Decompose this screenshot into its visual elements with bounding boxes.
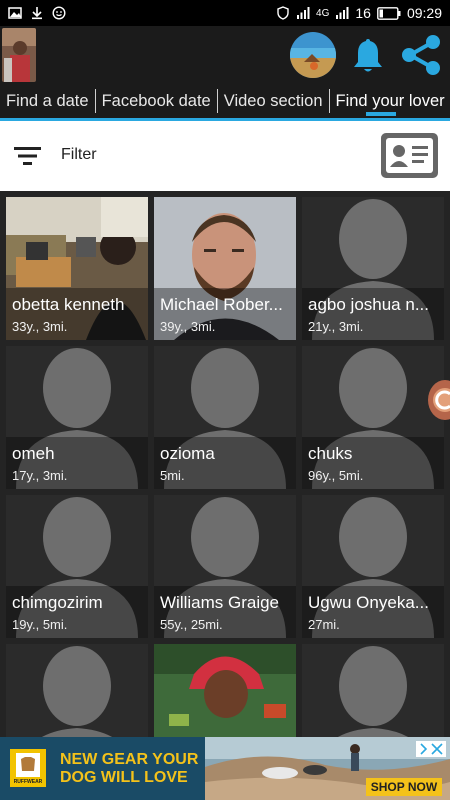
download-icon	[32, 7, 42, 20]
network-type: 4G	[316, 7, 330, 19]
clock: 09:29	[406, 5, 442, 21]
profile-meta: 19y., 5mi.	[12, 617, 68, 632]
tab-find-a-date[interactable]: Find a date	[0, 89, 96, 113]
contact-card-icon	[386, 138, 433, 173]
tab-facebook-date[interactable]: Facebook date	[96, 89, 218, 113]
profile-meta: 55y., 25mi.	[160, 617, 223, 632]
profile-card[interactable]: ozioma 5mi.	[154, 346, 296, 489]
smiley-icon	[52, 6, 66, 20]
profile-card[interactable]: omeh 17y., 3mi.	[6, 346, 148, 489]
signal-icon-2	[336, 7, 349, 19]
app-header	[0, 26, 450, 84]
profile-photo	[154, 644, 296, 737]
active-tab-indicator	[366, 112, 396, 116]
ad-headline-line-2: DOG WILL LOVE	[60, 769, 188, 786]
shop-now-button[interactable]: SHOP NOW	[366, 778, 442, 796]
profile-card[interactable]	[154, 644, 296, 737]
profile-grid: obetta kenneth 33y., 3mi. Michael Rober.…	[0, 191, 450, 737]
profile-meta: 39y., 3mi.	[160, 319, 216, 334]
profile-name: ozioma	[160, 444, 215, 463]
profile-card[interactable]: chimgozirim 19y., 5mi.	[6, 495, 148, 638]
profile-photo	[2, 28, 36, 82]
profile-meta: 96y., 5mi.	[308, 468, 364, 483]
profile-name: chimgozirim	[12, 593, 103, 612]
shield-icon	[277, 6, 289, 20]
profile-card[interactable]	[302, 644, 444, 737]
profile-meta: 27mi.	[308, 617, 340, 632]
profile-name: omeh	[12, 444, 55, 463]
placeholder-avatar-icon	[302, 644, 444, 737]
profile-name: chuks	[308, 444, 353, 463]
status-bar: 4G 16 09:29	[0, 0, 450, 26]
tab-find-your-lover[interactable]: Find your lover	[330, 89, 450, 113]
ad-headline-line-1: NEW GEAR YOUR	[60, 751, 199, 768]
svg-text:RUFFWEAR: RUFFWEAR	[14, 779, 43, 785]
profile-card[interactable]	[6, 644, 148, 737]
dog-logo-icon: RUFFWEAR	[10, 749, 46, 787]
profile-card[interactable]: obetta kenneth 33y., 3mi.	[6, 197, 148, 340]
profile-name: Williams Graige	[160, 593, 280, 612]
ad-banner[interactable]: RUFFWEAR NEW GEAR YOUR DOG WILL LOVE SHO…	[0, 737, 450, 800]
image-icon	[8, 7, 22, 19]
profile-card[interactable]: Michael Rober... 39y., 3mi.	[154, 197, 296, 340]
profile-name: Ugwu Onyeka...	[308, 593, 429, 612]
filter-bar: Filter	[0, 121, 450, 191]
profile-meta: 5mi.	[160, 468, 185, 483]
brand-logo: RUFFWEAR	[10, 749, 46, 787]
filter-button[interactable]: Filter	[61, 146, 97, 164]
profile-card[interactable]: Williams Graige 55y., 25mi.	[154, 495, 296, 638]
profile-name: agbo joshua n...	[308, 295, 429, 314]
profile-card[interactable]: agbo joshua n... 21y., 3mi.	[302, 197, 444, 340]
profile-meta: 17y., 3mi.	[12, 468, 68, 483]
ad-close-icon[interactable]	[416, 741, 446, 757]
share-icon[interactable]	[400, 34, 442, 76]
placeholder-avatar-icon	[6, 644, 148, 737]
chat-head-icon	[433, 388, 450, 412]
floating-chat-head[interactable]	[428, 380, 450, 420]
profile-meta: 21y., 3mi.	[308, 319, 364, 334]
tab-video-section[interactable]: Video section	[218, 89, 330, 113]
signal-icon	[297, 7, 310, 19]
ad-headline: NEW GEAR YOUR DOG WILL LOVE	[60, 751, 198, 787]
profile-name: obetta kenneth	[12, 295, 125, 314]
bell-icon[interactable]	[350, 36, 386, 74]
my-profile-thumbnail[interactable]	[2, 28, 36, 82]
filter-icon[interactable]	[14, 145, 42, 167]
avatar-image	[290, 32, 336, 78]
profile-name: Michael Rober...	[160, 295, 283, 314]
card-view-button[interactable]	[381, 133, 438, 178]
battery-icon	[377, 6, 401, 20]
battery-level: 16	[355, 5, 371, 21]
profile-card[interactable]: Ugwu Onyeka... 27mi.	[302, 495, 444, 638]
profile-meta: 33y., 3mi.	[12, 319, 68, 334]
profile-card[interactable]: chuks 96y., 5mi.	[302, 346, 444, 489]
avatar[interactable]	[290, 32, 336, 78]
